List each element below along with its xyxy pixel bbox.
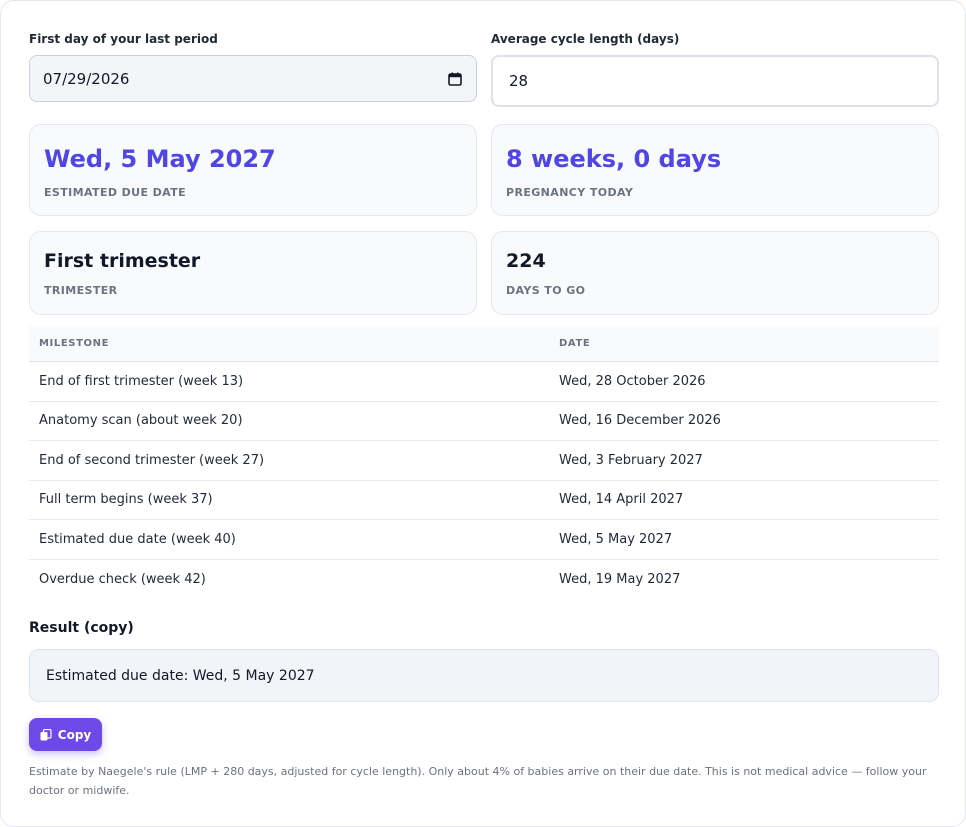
milestone-cell: Anatomy scan (about week 20): [39, 413, 243, 429]
result-text: Estimated due date: Wed, 5 May 2027: [46, 667, 315, 684]
date-cell: Wed, 3 February 2027: [559, 452, 703, 468]
date-cell: Wed, 14 April 2027: [559, 492, 684, 508]
copy-button-label: Copy: [57, 727, 92, 742]
calendar-icon[interactable]: [448, 72, 462, 86]
copy-icon: [40, 728, 52, 741]
table-row: End of second trimester (week 27) Wed, 3…: [29, 441, 939, 481]
days-to-go-caption: DAYS TO GO: [506, 284, 586, 297]
date-cell: Wed, 19 May 2027: [559, 571, 681, 587]
pregnancy-today-caption: PREGNANCY TODAY: [506, 186, 634, 199]
date-cell: Wed, 5 May 2027: [559, 531, 673, 547]
disclaimer-footnote: Estimate by Naegele's rule (LMP + 280 da…: [29, 765, 927, 797]
result-label: Result (copy): [29, 620, 134, 636]
header-date: DATE: [559, 338, 591, 349]
due-date-value: Wed, 5 May 2027: [44, 145, 276, 173]
lmp-date-input[interactable]: 07/29/2026: [29, 55, 477, 102]
trimester-stat: First trimester TRIMESTER: [29, 231, 477, 315]
trimester-value: First trimester: [44, 250, 201, 272]
lmp-label: First day of your last period: [29, 32, 218, 46]
milestone-cell: End of first trimester (week 13): [39, 373, 244, 389]
due-date-stat: Wed, 5 May 2027 ESTIMATED DUE DATE: [29, 124, 477, 216]
due-date-calculator-card: First day of your last period 07/29/2026…: [0, 0, 966, 827]
milestone-cell: Full term begins (week 37): [39, 492, 213, 508]
table-row: Estimated due date (week 40) Wed, 5 May …: [29, 520, 939, 560]
date-cell: Wed, 16 December 2026: [559, 413, 721, 429]
days-to-go-stat: 224 DAYS TO GO: [491, 231, 939, 315]
milestone-cell: Estimated due date (week 40): [39, 531, 236, 547]
result-text-box[interactable]: Estimated due date: Wed, 5 May 2027: [29, 649, 939, 702]
table-row: Anatomy scan (about week 20) Wed, 16 Dec…: [29, 402, 939, 441]
milestone-cell: Overdue check (week 42): [39, 571, 206, 587]
pregnancy-today-value: 8 weeks, 0 days: [506, 145, 722, 173]
cycle-length-value: 28: [509, 72, 529, 90]
header-milestone: MILESTONE: [39, 338, 109, 349]
milestones-table: MILESTONE DATE End of first trimester (w…: [29, 326, 939, 599]
cycle-length-label: Average cycle length (days): [491, 32, 680, 46]
date-cell: Wed, 28 October 2026: [559, 373, 706, 389]
due-date-caption: ESTIMATED DUE DATE: [44, 186, 187, 199]
table-row: Overdue check (week 42) Wed, 19 May 2027: [29, 560, 939, 600]
milestone-cell: End of second trimester (week 27): [39, 452, 265, 468]
days-to-go-value: 224: [506, 250, 546, 272]
lmp-date-value: 07/29/2026: [43, 69, 130, 88]
trimester-caption: TRIMESTER: [44, 284, 118, 297]
table-row: Full term begins (week 37) Wed, 14 April…: [29, 481, 939, 520]
table-header: MILESTONE DATE: [29, 326, 939, 362]
table-row: End of first trimester (week 13) Wed, 28…: [29, 362, 939, 402]
copy-button[interactable]: Copy: [29, 718, 102, 751]
pregnancy-today-stat: 8 weeks, 0 days PREGNANCY TODAY: [491, 124, 939, 216]
cycle-length-input[interactable]: 28: [491, 55, 939, 107]
